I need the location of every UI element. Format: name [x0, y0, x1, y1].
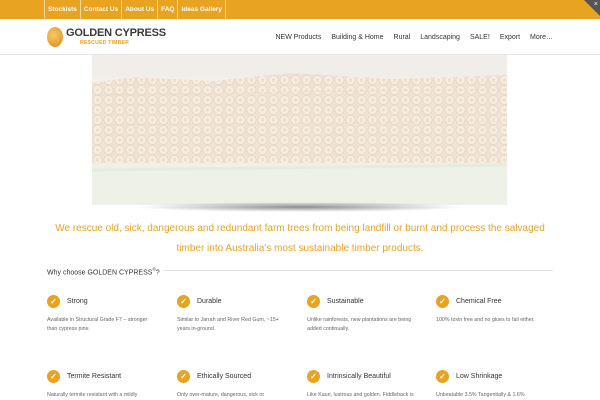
feature-title: Ethically Sourced — [197, 372, 252, 380]
logo-subtitle: RESCUED TIMBER — [80, 40, 130, 46]
feature-title: Termite Resistant — [67, 372, 122, 380]
feature-termite-resistant: ✓ Termite Resistant Naturally termite res… — [47, 369, 159, 400]
feature-title: Chemical Free — [456, 297, 502, 305]
feature-description: 100% toxin free and no glues to fail eit… — [436, 317, 535, 323]
contact-us-link[interactable]: Contact Us — [79, 0, 121, 19]
nav-landscaping[interactable]: Landscaping — [420, 34, 460, 41]
feature-description: Available in Structural Grade F7 – stron… — [47, 317, 148, 332]
top-links: Stockists Contact Us About Us FAQ Ideas … — [44, 0, 226, 19]
feature-ethically-sourced: ✓ Ethically Sourced Only over-mature, dan… — [177, 369, 289, 400]
feature-description: Like Kauri, lustrous and golden. Fiddleb… — [307, 392, 414, 398]
hero-shadow — [135, 202, 465, 212]
nav-sale[interactable]: SALE! — [470, 34, 490, 41]
ideas-gallery-link[interactable]: Ideas Gallery — [177, 0, 226, 19]
feature-title: Sustainable — [327, 297, 364, 305]
feature-strong: ✓ Strong Available in Structural Grade F7… — [47, 294, 159, 333]
tagline: We rescue old, sick, dangerous and redun… — [55, 223, 545, 254]
check-icon: ✓ — [307, 294, 320, 308]
feature-description: Similar to Jarrah and River Red Gum, ~15… — [177, 317, 279, 332]
why-choose-heading: Why choose GOLDEN CYPRESS®? — [47, 267, 160, 276]
close-icon[interactable]: × — [594, 0, 598, 9]
top-bar: Stockists Contact Us About Us FAQ Ideas … — [0, 0, 600, 19]
feature-low-shrinkage: ✓ Low Shrinkage Unbeatable 3.5% Tangentia… — [436, 369, 548, 400]
feature-description: Unbeatable 3.5% Tangentially & 1.6% — [436, 392, 525, 398]
feature-description: Naturally termite resistant with a mildl… — [47, 392, 138, 398]
check-icon: ✓ — [307, 369, 320, 383]
nav-building-home[interactable]: Building & Home — [331, 34, 383, 41]
heading-divider — [163, 270, 553, 271]
stockists-link[interactable]: Stockists — [44, 0, 80, 19]
logo-title: GOLDEN CYPRESS — [66, 27, 166, 39]
check-icon: ✓ — [177, 369, 190, 383]
about-us-link[interactable]: About Us — [121, 0, 157, 19]
nav-rural[interactable]: Rural — [394, 34, 411, 41]
nav-more[interactable]: More… — [530, 34, 553, 41]
feature-durable: ✓ Durable Similar to Jarrah and River Red… — [177, 294, 289, 333]
check-icon: ✓ — [436, 294, 449, 308]
feature-intrinsically-beautiful: ✓ Intrinsically Beautiful Like Kauri, lus… — [307, 369, 419, 400]
check-icon: ✓ — [47, 369, 60, 383]
feature-title: Strong — [67, 297, 88, 305]
feature-sustainable: ✓ Sustainable Unlike rainforests, new pla… — [307, 294, 419, 333]
check-icon: ✓ — [177, 294, 190, 308]
check-icon: ✓ — [47, 294, 60, 308]
logo[interactable]: GOLDEN CYPRESS RESCUED TIMBER — [47, 24, 166, 52]
main-nav: NEW Products Building & Home Rural Lands… — [275, 19, 553, 55]
log-pile-illustration — [92, 55, 507, 205]
feature-title: Low Shrinkage — [456, 372, 503, 380]
feature-description: Only over-mature, dangerous, sick or — [177, 392, 265, 398]
hero-image — [92, 55, 507, 205]
why-choose-text: Why choose GOLDEN CYPRESS — [47, 269, 153, 277]
feature-title: Durable — [197, 297, 222, 305]
nav-export[interactable]: Export — [500, 34, 520, 41]
why-choose-suffix: ? — [155, 269, 160, 277]
feature-chemical-free: ✓ Chemical Free 100% toxin free and no gl… — [436, 294, 548, 325]
check-icon: ✓ — [436, 369, 449, 383]
faq-link[interactable]: FAQ — [157, 0, 177, 19]
nav-new-products[interactable]: NEW Products — [275, 34, 321, 41]
feature-description: Unlike rainforests, new plantations are … — [307, 317, 412, 332]
cypress-nut-icon — [47, 27, 63, 47]
feature-title: Intrinsically Beautiful — [327, 372, 391, 380]
site-header: GOLDEN CYPRESS RESCUED TIMBER NEW Produc… — [0, 19, 600, 55]
